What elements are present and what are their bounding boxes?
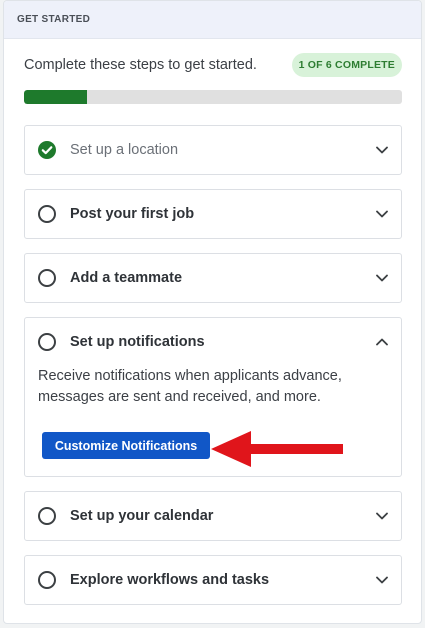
chevron-down-icon[interactable] [375,143,389,157]
step-header[interactable]: Set up your calendar [25,492,401,540]
chevron-up-icon[interactable] [375,335,389,349]
step-explore-workflows[interactable]: Explore workflows and tasks [24,555,402,605]
card-title: GET STARTED [17,14,91,25]
step-set-up-location[interactable]: Set up a location [24,125,402,175]
chevron-down-icon[interactable] [375,509,389,523]
step-title: Add a teammate [70,270,183,286]
step-title: Post your first job [70,206,195,222]
step-title: Set up your calendar [70,508,214,524]
step-title: Set up notifications [70,334,205,350]
step-title: Set up a location [70,142,179,158]
empty-circle-icon [38,571,56,589]
step-header[interactable]: Set up a location [25,126,401,174]
progress-badge: 1 OF 6 COMPLETE [291,53,402,77]
step-header[interactable]: Set up notifications [25,318,401,366]
step-add-teammate[interactable]: Add a teammate [24,253,402,303]
step-header[interactable]: Explore workflows and tasks [25,556,401,604]
annotation-arrow-icon [211,431,343,467]
step-header[interactable]: Post your first job [25,190,401,238]
step-description: Receive notifications when applicants ad… [38,368,342,405]
check-circle-icon [38,141,56,159]
customize-notifications-button[interactable]: Customize Notifications [42,432,210,459]
progress-bar-fill [24,90,87,104]
empty-circle-icon [38,205,56,223]
step-post-first-job[interactable]: Post your first job [24,189,402,239]
intro-text: Complete these steps to get started. [24,57,257,73]
empty-circle-icon [38,507,56,525]
empty-circle-icon [38,333,56,351]
card-header: GET STARTED [4,1,421,39]
progress-bar [24,90,402,104]
empty-circle-icon [38,269,56,287]
chevron-down-icon[interactable] [375,573,389,587]
chevron-down-icon[interactable] [375,271,389,285]
step-header[interactable]: Add a teammate [25,254,401,302]
chevron-down-icon[interactable] [375,207,389,221]
get-started-card: GET STARTED Complete these steps to get … [3,0,422,624]
step-body: Receive notifications when applicants ad… [25,366,401,408]
step-title: Explore workflows and tasks [70,572,270,588]
step-set-up-calendar[interactable]: Set up your calendar [24,491,402,541]
intro-row: Complete these steps to get started. 1 O… [24,52,402,78]
